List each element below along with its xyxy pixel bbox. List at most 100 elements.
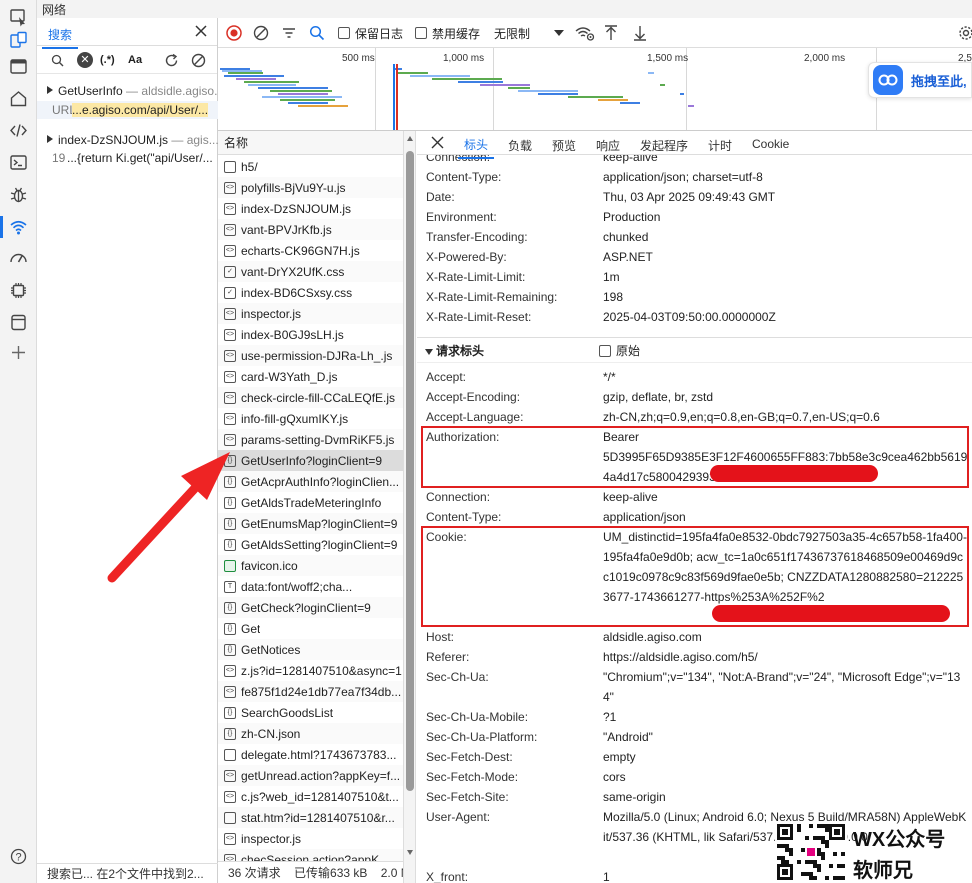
header-value[interactable]: */* [603, 367, 968, 387]
request-row[interactable]: <> polyfills-BjVu9Y-u.js [218, 177, 403, 198]
add-icon[interactable] [9, 343, 28, 362]
tab-initiator[interactable]: 发起程序 [640, 137, 688, 154]
header-value[interactable]: cors [603, 767, 968, 787]
network-overview[interactable]: 500 ms 1,000 ms 1,500 ms 2,000 ms 2,5 拖拽… [218, 48, 972, 131]
header-value[interactable]: ASP.NET [603, 247, 968, 267]
export-har-icon[interactable] [633, 25, 647, 41]
search-result-file[interactable]: GetUserInfo — aldsidle.agiso.com [37, 84, 218, 98]
header-value[interactable]: 2025-04-03T09:50:00.0000000Z [603, 307, 968, 327]
record-icon[interactable] [226, 25, 242, 41]
request-row[interactable]: <> echarts-CK96GN7H.js [218, 240, 403, 261]
network-icon[interactable] [9, 217, 28, 236]
close-icon[interactable] [431, 136, 444, 149]
header-value[interactable]: UM_distinctid=195fa4fa0e8532-0bdc7927503… [603, 527, 968, 607]
request-row[interactable]: {} Get [218, 618, 403, 639]
request-row[interactable]: <> z.js?id=1281407510&async=1 [218, 660, 403, 681]
request-row[interactable]: {} GetAldsTradeMeteringInfo [218, 492, 403, 513]
request-row[interactable]: <> index-B0GJ9sLH.js [218, 324, 403, 345]
request-row[interactable]: <> params-setting-DvmRiKF5.js [218, 429, 403, 450]
inspect-icon[interactable] [9, 8, 28, 27]
request-row[interactable]: <> inspector.js [218, 303, 403, 324]
clear-results-icon[interactable] [190, 52, 206, 68]
clear-search-icon[interactable]: ✕ [77, 52, 93, 68]
request-row[interactable]: {} GetEnumsMap?loginClient=9 [218, 513, 403, 534]
request-row[interactable]: ✓ index-BD6CSxsy.css [218, 282, 403, 303]
console-icon[interactable] [9, 153, 28, 172]
scroll-down-icon[interactable] [407, 850, 413, 855]
memory-icon[interactable] [9, 281, 28, 300]
request-row[interactable]: <> vant-BPVJrKfb.js [218, 219, 403, 240]
request-row[interactable]: <> getUnread.action?appKey=f... [218, 765, 403, 786]
request-row[interactable]: Tdata:font/woff2;cha... [218, 576, 403, 597]
header-value[interactable]: application/json; charset=utf-8 [603, 167, 968, 187]
scrollbar-thumb[interactable] [406, 151, 414, 791]
header-value[interactable]: keep-alive [603, 487, 968, 507]
settings-gear-icon[interactable] [958, 25, 972, 41]
header-value[interactable]: "Android" [603, 727, 968, 747]
tab-headers[interactable]: 标头 [458, 136, 495, 159]
scroll-up-icon[interactable] [407, 136, 413, 141]
request-row[interactable]: <> card-W3Yath_D.js [218, 366, 403, 387]
request-row[interactable]: h5/ [218, 156, 403, 177]
request-headers-section[interactable]: 请求标头 原始 [417, 337, 972, 363]
header-value[interactable]: Thu, 03 Apr 2025 09:49:43 GMT [603, 187, 968, 207]
import-har-icon[interactable] [604, 25, 618, 41]
header-value[interactable]: 1m [603, 267, 968, 287]
request-row[interactable]: {} GetAcprAuthInfo?loginClien... [218, 471, 403, 492]
header-value[interactable]: ?1 [603, 707, 968, 727]
tab-cookies[interactable]: Cookie [752, 137, 789, 151]
request-row[interactable]: favicon.ico [218, 555, 403, 576]
request-row[interactable]: stat.htm?id=1281407510&r... [218, 807, 403, 828]
request-row[interactable]: <> c.js?web_id=1281407510&t... [218, 786, 403, 807]
header-value[interactable]: aldsidle.agiso.com [603, 627, 968, 647]
header-value[interactable]: zh-CN,zh;q=0.9,en;q=0.8,en-GB;q=0.7,en-U… [603, 407, 968, 427]
network-conditions-icon[interactable] [575, 25, 595, 41]
request-row[interactable]: {} zh-CN.json [218, 723, 403, 744]
request-row[interactable]: {} GetNotices [218, 639, 403, 660]
performance-icon[interactable] [9, 249, 28, 268]
header-value[interactable]: gzip, deflate, br, zstd [603, 387, 968, 407]
header-value[interactable]: application/json [603, 507, 968, 527]
request-row[interactable]: {} SearchGoodsList [218, 702, 403, 723]
preserve-log-checkbox[interactable]: 保留日志 [338, 25, 403, 41]
request-row[interactable]: <> index-DzSNJOUM.js [218, 198, 403, 219]
search-result-line[interactable]: URL...e.agiso.com/api/User/... [37, 101, 218, 119]
header-value[interactable]: same-origin [603, 787, 968, 807]
chevron-down-icon[interactable] [554, 25, 564, 41]
clear-icon[interactable] [253, 25, 269, 41]
search-result-line[interactable]: 19 ...{return Ki.get("api/User/... [37, 149, 218, 167]
request-row[interactable]: {} GetCheck?loginClient=9 [218, 597, 403, 618]
header-value[interactable]: https://aldsidle.agiso.com/h5/ [603, 647, 968, 667]
request-row[interactable]: ✓ vant-DrYX2UfK.css [218, 261, 403, 282]
filter-icon[interactable] [281, 25, 297, 41]
tab-payload[interactable]: 负载 [508, 137, 532, 154]
header-value[interactable]: Production [603, 207, 968, 227]
request-row[interactable]: <> inspector.js [218, 828, 403, 849]
request-row[interactable]: {} GetAldsSetting?loginClient=9 [218, 534, 403, 555]
name-column-header[interactable]: 名称 [218, 131, 403, 155]
request-row[interactable]: <> info-fill-gQxumIKY.js [218, 408, 403, 429]
disable-cache-checkbox[interactable]: 禁用缓存 [415, 25, 480, 41]
header-value[interactable]: chunked [603, 227, 968, 247]
match-case-toggle[interactable]: Aa [128, 52, 142, 68]
request-row[interactable]: {} GetUserInfo?loginClient=9 [218, 450, 403, 471]
elements-panel-icon[interactable] [9, 57, 28, 76]
request-list-scrollbar[interactable] [404, 131, 416, 883]
raw-headers-checkbox[interactable]: 原始 [599, 338, 640, 364]
request-row[interactable]: <> check-circle-fill-CCaLEQfE.js [218, 387, 403, 408]
header-value[interactable]: "Chromium";v="134", "Not:A-Brand";v="24"… [603, 667, 968, 707]
debug-icon[interactable] [9, 185, 28, 204]
tab-response[interactable]: 响应 [596, 137, 620, 154]
tab-timing[interactable]: 计时 [708, 137, 732, 154]
tab-preview[interactable]: 预览 [552, 137, 576, 154]
request-row[interactable]: delegate.html?1743673783... [218, 744, 403, 765]
refresh-icon[interactable] [163, 52, 179, 68]
search-result-file[interactable]: index-DzSNJOUM.js — agis... [37, 133, 218, 147]
drag-here-button[interactable]: 拖拽至此, [868, 62, 972, 98]
application-icon[interactable] [9, 313, 28, 332]
welcome-icon[interactable] [9, 89, 28, 108]
help-icon[interactable]: ? [9, 847, 28, 866]
request-row[interactable]: <> use-permission-DJRa-Lh_.js [218, 345, 403, 366]
close-icon[interactable] [194, 24, 208, 38]
throttling-select[interactable]: 无限制 [494, 25, 530, 41]
